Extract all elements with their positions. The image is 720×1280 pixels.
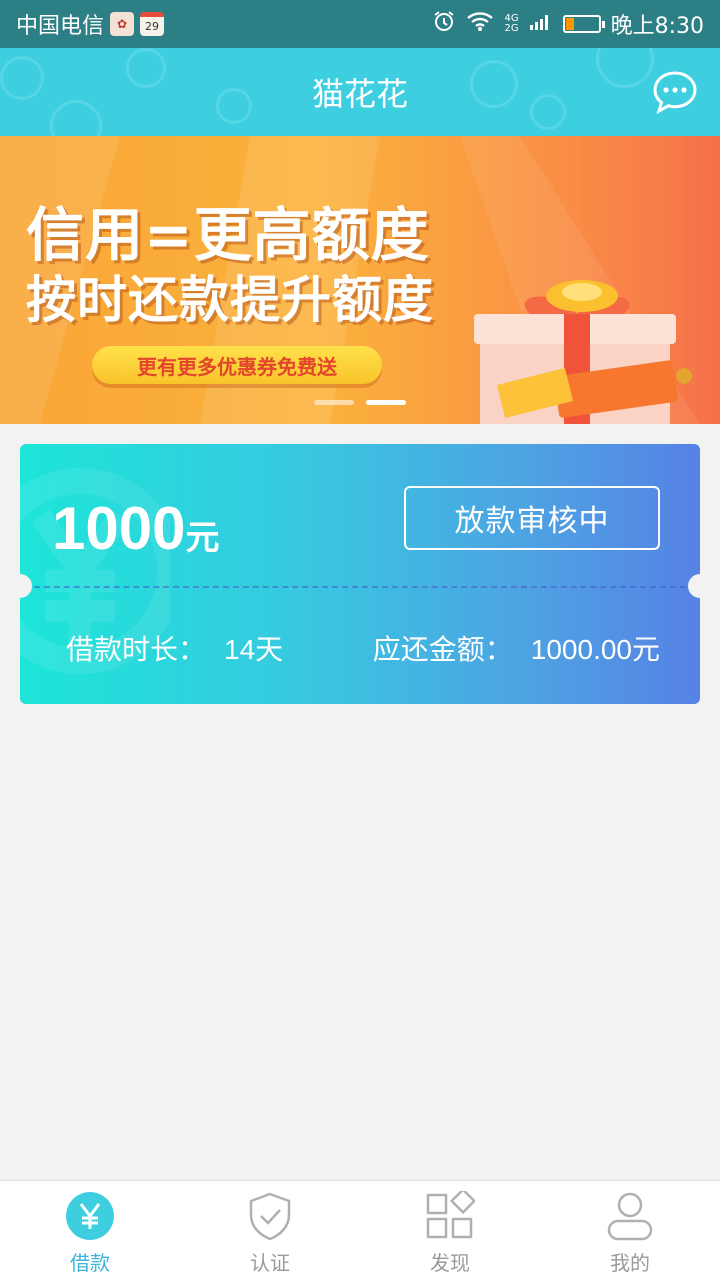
- battery-level: [565, 18, 575, 30]
- repay-amount-value: 1000.00元: [530, 634, 660, 665]
- card-divider: [34, 586, 686, 588]
- decorative-coin: [126, 48, 166, 88]
- clock-time: 晚上8:30: [610, 14, 704, 39]
- banner-coupon-pill: 更有更多优惠券免费送: [92, 346, 382, 384]
- decorative-coin: [50, 100, 102, 136]
- loan-review-status-button[interactable]: 放款审核中: [404, 486, 660, 550]
- alarm-icon: [432, 9, 456, 39]
- loan-amount: 1000元: [52, 494, 219, 563]
- calendar-icon: 29: [140, 12, 165, 36]
- tab-discover[interactable]: 发现: [360, 1181, 540, 1280]
- repay-amount-label: 应还金额：: [372, 633, 513, 666]
- wifi-icon: [466, 10, 494, 38]
- bottom-tab-bar: 借款 认证 发现 我的: [0, 1180, 720, 1280]
- tab-label: 认证: [250, 1251, 290, 1275]
- loan-status-card: 1000元 放款审核中 借款时长： 14天 应还金额： 1000.00元: [20, 444, 700, 704]
- app-notification-icon: ✿: [110, 12, 135, 36]
- chat-bubble-icon[interactable]: [652, 70, 698, 115]
- battery-icon: [562, 15, 605, 33]
- tab-label: 发现: [430, 1251, 470, 1275]
- banner-dot-active[interactable]: [366, 400, 406, 405]
- network-type: 4G 2G: [504, 13, 519, 34]
- tab-verify[interactable]: 认证: [180, 1181, 360, 1280]
- decorative-coin: [0, 56, 44, 100]
- banner-subheadline: 按时还款提升额度: [26, 271, 434, 329]
- person-icon: [605, 1191, 655, 1241]
- yuan-icon: [65, 1191, 115, 1241]
- loan-amount-unit: 元: [185, 518, 220, 558]
- loan-term-value: 14天: [224, 634, 284, 665]
- card-notch-right: [688, 574, 700, 598]
- gift-box-icon: [474, 280, 692, 424]
- tab-label: 我的: [610, 1251, 650, 1275]
- banner-pagination: [314, 400, 406, 405]
- status-bar: 中国电信 ✿ 29 4G 2G 晚上8:30: [0, 0, 720, 48]
- banner-dot[interactable]: [314, 400, 354, 405]
- repay-amount: 应还金额： 1000.00元: [373, 628, 660, 668]
- loan-amount-value: 1000: [52, 495, 186, 562]
- decorative-coin: [216, 88, 252, 124]
- tab-loan[interactable]: 借款: [0, 1181, 180, 1280]
- decorative-coin: [596, 48, 654, 88]
- shield-check-icon: [245, 1191, 295, 1241]
- tab-mine[interactable]: 我的: [540, 1181, 720, 1280]
- carrier-name: 中国电信: [16, 14, 105, 39]
- page-title: 猫花花: [311, 75, 408, 113]
- signal-icon: [529, 11, 553, 37]
- decorative-coin: [470, 60, 518, 108]
- decorative-coin: [530, 94, 566, 130]
- grid-discover-icon: [425, 1191, 475, 1241]
- app-header: 猫花花: [0, 48, 720, 136]
- tab-label: 借款: [70, 1251, 110, 1275]
- promo-banner[interactable]: 信用=更高额度 按时还款提升额度 更有更多优惠券免费送: [0, 136, 720, 424]
- loan-term-label: 借款时长：: [66, 633, 207, 666]
- loan-term: 借款时长： 14天: [66, 628, 283, 668]
